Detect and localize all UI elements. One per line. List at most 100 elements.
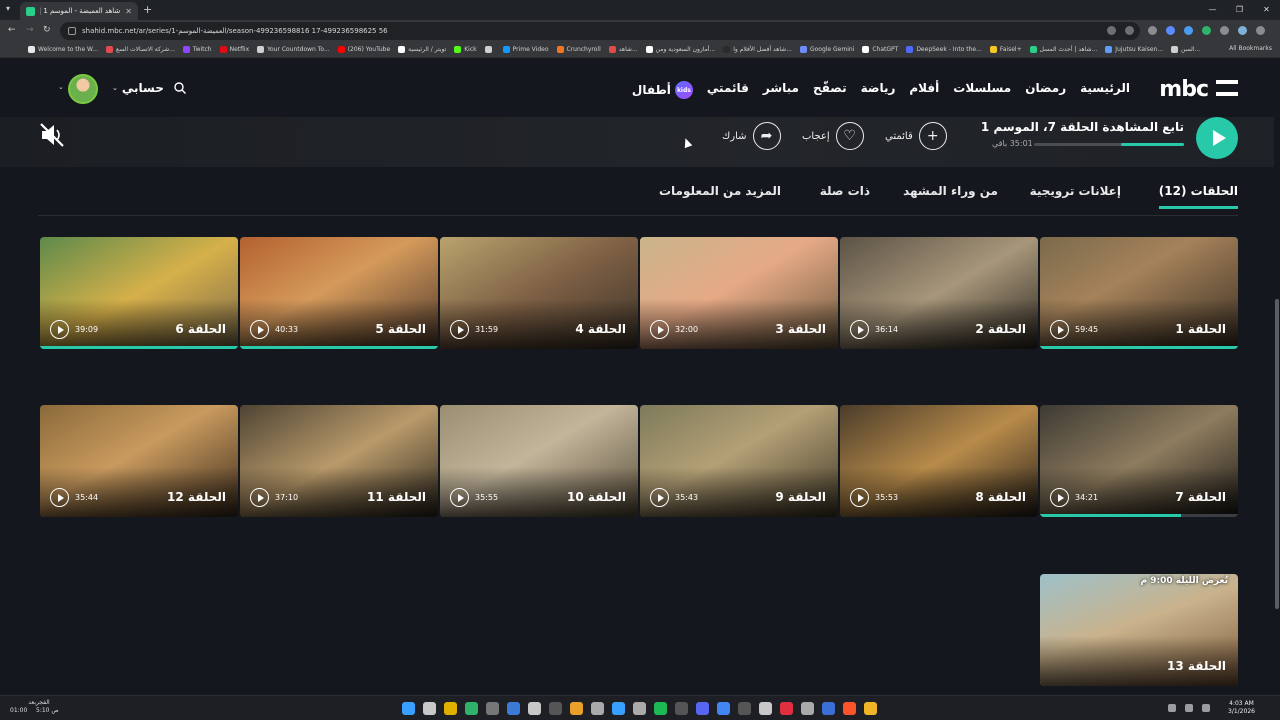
- puzzle-icon[interactable]: [1220, 26, 1229, 35]
- chevron-down-icon[interactable]: ⌄: [58, 83, 64, 91]
- play-icon[interactable]: [1050, 320, 1069, 339]
- nav-ramadan[interactable]: رمضان: [1025, 81, 1066, 99]
- tab-more-info[interactable]: المزيد من المعلومات: [659, 184, 781, 198]
- episode-card[interactable]: الحلقة 11 37:10: [240, 405, 438, 517]
- taskbar-app-icon[interactable]: [591, 702, 604, 715]
- extension-icon[interactable]: [1184, 26, 1193, 35]
- bookmark-item[interactable]: Jujutsu Kaisen...: [1105, 46, 1163, 53]
- nav-movies[interactable]: أفلام: [909, 81, 939, 99]
- play-icon[interactable]: [450, 320, 469, 339]
- all-bookmarks-button[interactable]: All Bookmarks: [1229, 45, 1272, 52]
- tab-related[interactable]: ذات صلة: [820, 184, 870, 198]
- bookmark-item[interactable]: Welcome to the W...: [28, 46, 98, 53]
- forward-icon[interactable]: →: [26, 25, 34, 35]
- taskbar-app-icon[interactable]: [633, 702, 646, 715]
- back-icon[interactable]: ←: [8, 25, 16, 35]
- taskbar-app-icon[interactable]: [402, 702, 415, 715]
- bookmark-item[interactable]: شركة الاتصالات السع...: [106, 46, 175, 53]
- bookmark-item[interactable]: شاهد أفضل الأفلام وا...: [723, 46, 792, 53]
- play-icon[interactable]: [50, 320, 69, 339]
- episode-card[interactable]: الحلقة 1 59:45: [1040, 237, 1238, 349]
- close-window-icon[interactable]: ✕: [1253, 0, 1280, 20]
- taskbar-app-icon[interactable]: [738, 702, 751, 715]
- episode-card[interactable]: الحلقة 8 35:53: [840, 405, 1038, 517]
- bookmark-item[interactable]: Crunchyroll: [556, 46, 601, 53]
- avatar[interactable]: [68, 74, 98, 104]
- episode-card[interactable]: الحلقة 9 35:43: [640, 405, 838, 517]
- play-icon[interactable]: [650, 320, 669, 339]
- bookmark-item[interactable]: DeepSeek - Into the...: [906, 46, 982, 53]
- network-icon[interactable]: [1185, 704, 1193, 712]
- nav-home[interactable]: الرئيسية: [1080, 81, 1130, 99]
- tab-close-icon[interactable]: ✕: [125, 7, 132, 16]
- install-app-icon[interactable]: [1107, 26, 1116, 35]
- bookmark-item[interactable]: السن...: [1171, 46, 1200, 53]
- taskbar-app-icon[interactable]: [864, 702, 877, 715]
- restore-icon[interactable]: ❐: [1226, 0, 1253, 20]
- episode-card[interactable]: الحلقة 6 39:09: [40, 237, 238, 349]
- taskbar-app-icon[interactable]: [801, 702, 814, 715]
- play-icon[interactable]: [1050, 488, 1069, 507]
- taskbar-app-icon[interactable]: [843, 702, 856, 715]
- volume-icon[interactable]: [1202, 704, 1210, 712]
- taskbar-app-icon[interactable]: [654, 702, 667, 715]
- mute-icon[interactable]: [38, 121, 66, 149]
- extension-icon[interactable]: [1148, 26, 1157, 35]
- taskbar-app-icon[interactable]: [423, 702, 436, 715]
- taskbar-app-icon[interactable]: [444, 702, 457, 715]
- bookmark-item[interactable]: Prime Video: [502, 46, 549, 53]
- bookmark-item[interactable]: ChatGPT: [862, 46, 898, 53]
- episode-card[interactable]: الحلقة 5 40:33: [240, 237, 438, 349]
- minimize-icon[interactable]: —: [1199, 0, 1226, 20]
- bookmark-item[interactable]: Faisel+: [989, 46, 1022, 53]
- reload-icon[interactable]: ↻: [43, 25, 51, 35]
- play-icon[interactable]: [850, 488, 869, 507]
- play-icon[interactable]: [250, 488, 269, 507]
- mbc-logo[interactable]: mbc: [1159, 77, 1209, 102]
- taskbar-app-icon[interactable]: [549, 702, 562, 715]
- play-button[interactable]: [1196, 117, 1238, 159]
- episode-card[interactable]: الحلقة 2 36:14: [840, 237, 1038, 349]
- play-icon[interactable]: [50, 488, 69, 507]
- bookmark-item[interactable]: أمازون السعودية ومن...: [645, 46, 715, 53]
- tab-behind-the-scenes[interactable]: من وراء المشهد: [903, 184, 998, 198]
- extension-icon[interactable]: [1166, 26, 1175, 35]
- episode-card[interactable]: الحلقة 3 32:00: [640, 237, 838, 349]
- bookmark-item[interactable]: Your Countdown To...: [257, 46, 330, 53]
- episode-card[interactable]: الحلقة 12 35:44: [40, 405, 238, 517]
- taskbar-app-icon[interactable]: [570, 702, 583, 715]
- bookmark-item[interactable]: شاهد...: [608, 46, 638, 53]
- add-to-list-button[interactable]: + قائمتي: [885, 122, 947, 150]
- site-info-icon[interactable]: [68, 27, 76, 35]
- taskbar-app-icon[interactable]: [486, 702, 499, 715]
- taskbar-app-icon[interactable]: [465, 702, 478, 715]
- episode-card[interactable]: الحلقة 4 31:59: [440, 237, 638, 349]
- bookmark-item[interactable]: Kick: [454, 46, 477, 53]
- tab-trailers[interactable]: إعلانات ترويجية: [1030, 184, 1121, 198]
- bookmark-item[interactable]: شاهد | أحدث المسل...: [1029, 46, 1097, 53]
- play-icon[interactable]: [250, 320, 269, 339]
- new-tab-plus-icon[interactable]: +: [143, 3, 152, 16]
- tab-episodes[interactable]: الحلقات (12): [1158, 184, 1238, 209]
- play-icon[interactable]: [650, 488, 669, 507]
- tab-search-icon[interactable]: ▾: [6, 4, 10, 13]
- search-icon[interactable]: [174, 82, 186, 94]
- episode-card[interactable]: الحلقة 7 34:21: [1040, 405, 1238, 517]
- like-button[interactable]: ♡ إعجاب: [802, 122, 864, 150]
- nav-live[interactable]: مباشر: [763, 81, 799, 99]
- tray-chevron-icon[interactable]: [1168, 704, 1176, 712]
- bookmark-item[interactable]: Twitch: [182, 46, 212, 53]
- scrollbar-thumb[interactable]: [1275, 299, 1279, 609]
- bookmark-star-icon[interactable]: [1125, 26, 1134, 35]
- play-icon[interactable]: [850, 320, 869, 339]
- taskbar-app-icon[interactable]: [507, 702, 520, 715]
- browser-tab[interactable]: شاهد العميضة - الموسم 1 | MBC ✕: [20, 2, 138, 20]
- nav-kids[interactable]: kids أطفال: [632, 81, 693, 99]
- taskbar-app-icon[interactable]: [675, 702, 688, 715]
- episode-card[interactable]: الحلقة 10 35:55: [440, 405, 638, 517]
- taskbar-app-icon[interactable]: [612, 702, 625, 715]
- nav-sports[interactable]: رياضة: [861, 81, 896, 99]
- taskbar-app-icon[interactable]: [717, 702, 730, 715]
- nav-browse[interactable]: تصفّح: [813, 81, 847, 99]
- bookmark-item[interactable]: Netflix: [219, 46, 249, 53]
